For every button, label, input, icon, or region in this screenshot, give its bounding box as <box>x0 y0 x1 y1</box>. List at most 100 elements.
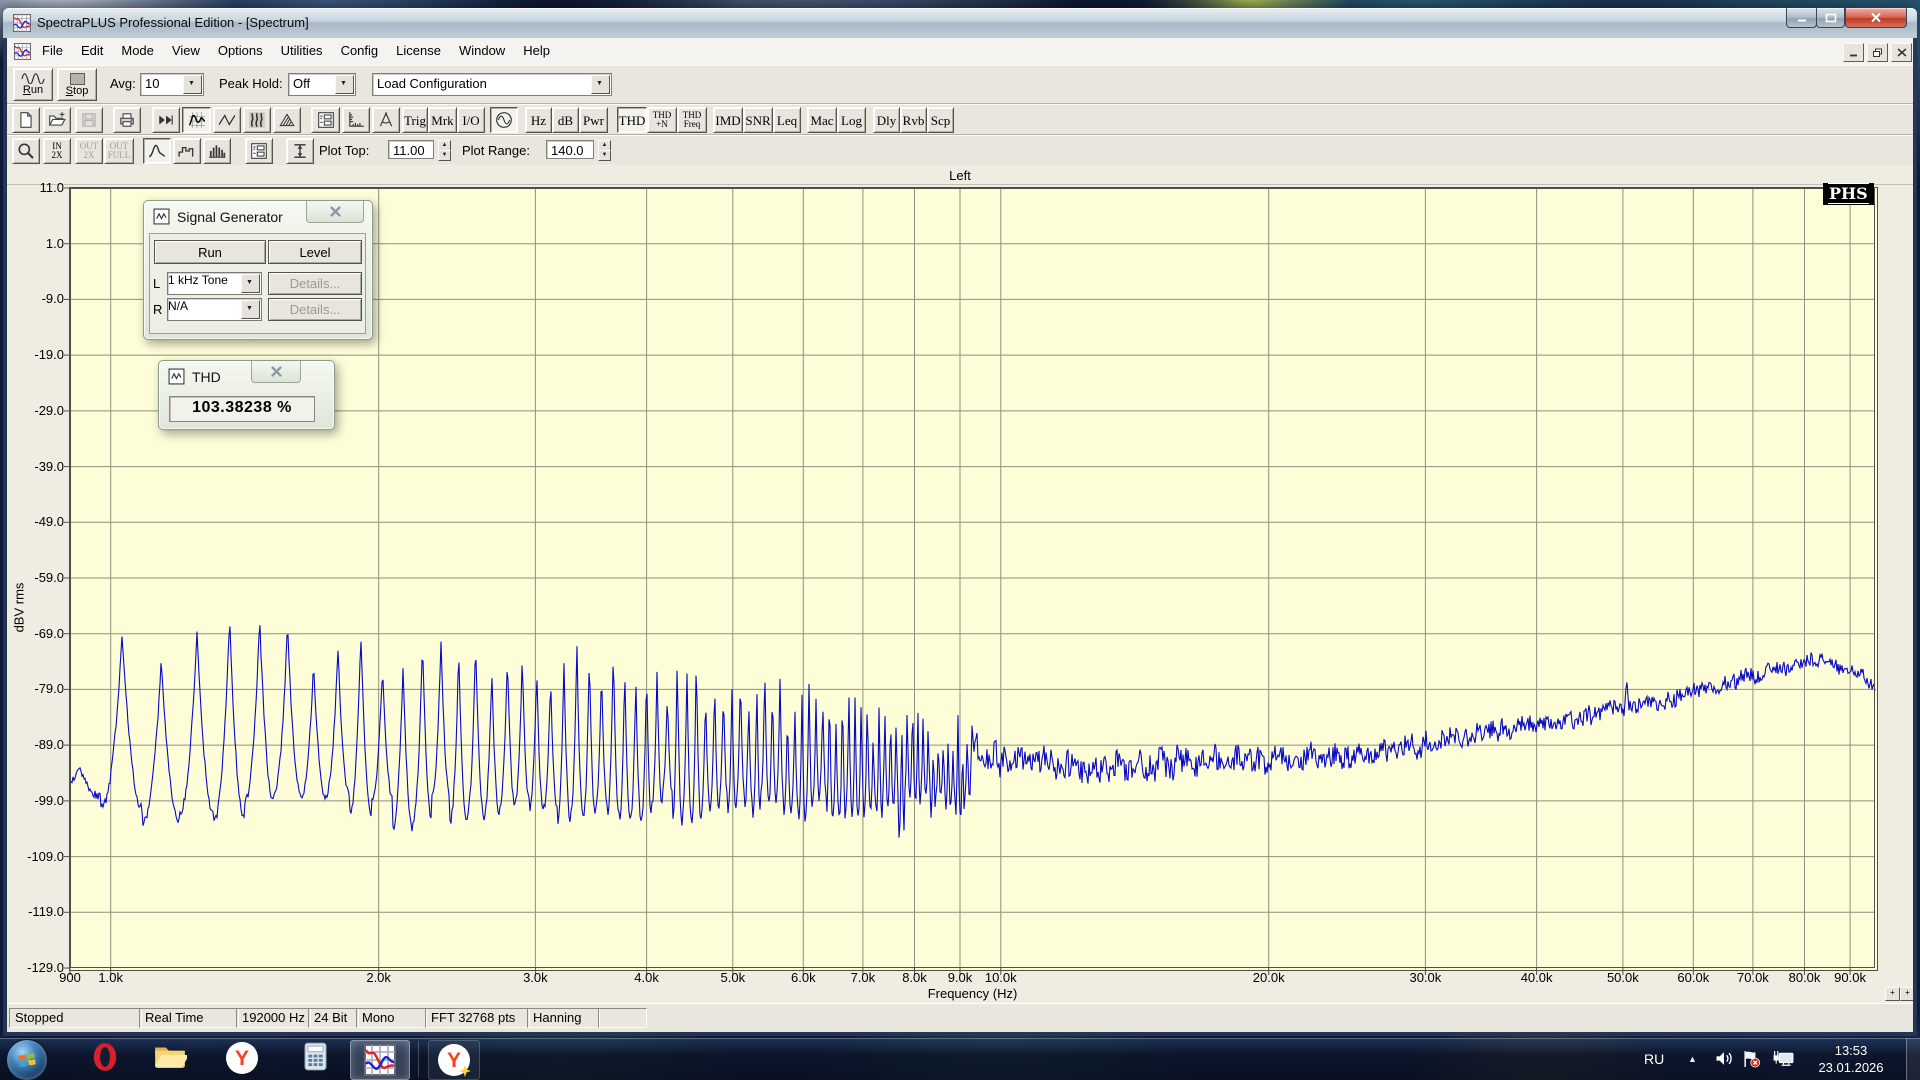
markers-button[interactable]: Mrk <box>428 107 457 133</box>
maximize-button[interactable] <box>1816 8 1845 28</box>
display-options-button[interactable] <box>245 138 273 164</box>
start-button[interactable] <box>6 1039 48 1080</box>
menu-options[interactable]: Options <box>209 38 272 65</box>
plot-top-field[interactable]: 11.00 <box>388 140 434 159</box>
auto-range-button[interactable] <box>286 138 314 164</box>
language-indicator[interactable]: RU <box>1644 1051 1664 1067</box>
calipers-button[interactable] <box>372 107 400 133</box>
leq-button[interactable]: Leq <box>773 107 801 133</box>
clock[interactable]: 13:53 23.01.2026 <box>1808 1042 1894 1076</box>
snr-button[interactable]: SNR <box>743 107 773 133</box>
thd-close-button[interactable] <box>251 361 301 383</box>
chevron-down-icon[interactable] <box>183 75 202 94</box>
menu-utilities[interactable]: Utilities <box>272 38 332 65</box>
time-series-view-button[interactable] <box>213 107 241 133</box>
generator-run-button[interactable]: Run <box>154 240 266 264</box>
save-file-button[interactable] <box>75 107 103 133</box>
logging-button[interactable]: Log <box>837 107 866 133</box>
taskbar-yandex-alice[interactable]: Y <box>428 1040 480 1080</box>
menu-license[interactable]: License <box>387 38 450 65</box>
avg-select[interactable]: 10 <box>140 73 204 96</box>
zoom-out-full-button[interactable]: OUTFULL <box>104 138 134 164</box>
zoom-out-2x-button[interactable]: OUT2X <box>75 138 103 164</box>
run-button[interactable]: Run <box>13 68 53 101</box>
input-output-button[interactable]: I/O <box>457 107 485 133</box>
menu-help[interactable]: Help <box>514 38 559 65</box>
plot-top-spinner[interactable]: ▲▼ <box>438 140 451 160</box>
power-spectrum-button[interactable]: Pwr <box>579 107 608 133</box>
stop-button[interactable]: Stop <box>57 68 97 101</box>
amplitude-units-button[interactable]: dB <box>552 107 579 133</box>
scaling-button[interactable] <box>342 107 370 133</box>
surface-view-button[interactable] <box>273 107 301 133</box>
signal-generator-button[interactable] <box>490 107 518 133</box>
menu-edit[interactable]: Edit <box>72 38 112 65</box>
stepcurve-icon <box>178 142 196 160</box>
taskbar-file-explorer[interactable] <box>150 1042 190 1070</box>
axis-adjust-button[interactable]: + <box>1885 987 1900 1001</box>
signal-generator-window[interactable]: Signal Generator Run Level L 1 kHz Tone … <box>143 200 373 340</box>
menu-view[interactable]: View <box>163 38 209 65</box>
thd-window[interactable]: THD 103.38238 % <box>158 360 335 430</box>
chevron-down-icon[interactable] <box>241 274 260 293</box>
menu-mode[interactable]: Mode <box>112 38 163 65</box>
menu-window[interactable]: Window <box>450 38 514 65</box>
signal-generator-close-button[interactable] <box>306 201 364 223</box>
left-signal-select[interactable]: 1 kHz Tone <box>167 272 262 295</box>
show-desktop-button[interactable] <box>1906 1038 1920 1080</box>
left-details-button[interactable]: Details... <box>268 272 362 295</box>
y-tick-label: 11.0 <box>16 180 64 195</box>
right-details-button[interactable]: Details... <box>268 298 362 321</box>
axis-adjust-button[interactable]: + <box>1900 987 1913 1001</box>
zoom-button[interactable] <box>12 138 40 164</box>
imd-button[interactable]: IMD <box>713 107 743 133</box>
tray-expand-icon[interactable]: ▲ <box>1688 1054 1697 1064</box>
spectrogram-view-button[interactable] <box>243 107 271 133</box>
macro-button[interactable]: Mac <box>807 107 837 133</box>
mdi-restore-button[interactable] <box>1867 43 1888 62</box>
speaker-icon[interactable] <box>1714 1050 1736 1068</box>
trigger-button[interactable]: Trig <box>402 107 428 133</box>
scope-button[interactable]: Scp <box>927 107 954 133</box>
new-file-button[interactable] <box>12 107 40 133</box>
delay-button[interactable]: Dly <box>873 107 900 133</box>
taskbar-opera[interactable] <box>88 1042 122 1072</box>
reverb-button[interactable]: Rvb <box>900 107 927 133</box>
mdi-document-icon <box>14 43 31 60</box>
thd-n-button[interactable]: THD+N <box>647 107 677 133</box>
bar-plot-button[interactable] <box>203 138 231 164</box>
spectrum-view-button[interactable] <box>182 107 211 133</box>
action-center-flag-icon[interactable] <box>1742 1050 1764 1068</box>
close-button[interactable] <box>1845 8 1907 28</box>
mdi-close-button[interactable] <box>1891 43 1912 62</box>
plot-range-label: Plot Range: <box>462 143 530 158</box>
title-bar[interactable]: SpectraPLUS Professional Edition - [Spec… <box>3 8 1917 38</box>
menu-config[interactable]: Config <box>332 38 388 65</box>
load-configuration-select[interactable]: Load Configuration <box>372 73 612 96</box>
control-panel-button[interactable] <box>311 107 340 133</box>
thd-freq-button[interactable]: THDFreq <box>677 107 707 133</box>
mdi-minimize-button[interactable] <box>1843 43 1864 62</box>
fill-plot-button[interactable] <box>173 138 201 164</box>
minimize-button[interactable] <box>1786 8 1817 28</box>
menu-file[interactable]: File <box>33 38 72 65</box>
thd-button[interactable]: THD <box>617 107 647 133</box>
plot-range-spinner[interactable]: ▲▼ <box>598 140 611 160</box>
right-signal-select[interactable]: N/A <box>167 298 262 321</box>
network-icon[interactable] <box>1772 1050 1794 1068</box>
plot-range-field[interactable]: 140.0 <box>546 140 594 159</box>
print-button[interactable] <box>113 107 141 133</box>
line-plot-button[interactable] <box>143 138 171 164</box>
zoom-in-2x-button[interactable]: IN2X <box>43 138 71 164</box>
frequency-units-button[interactable]: Hz <box>525 107 552 133</box>
chevron-down-icon[interactable] <box>591 75 610 94</box>
taskbar-calculator[interactable] <box>298 1042 332 1071</box>
post-process-button[interactable] <box>152 107 180 133</box>
x-tick-label: 6.0k <box>773 970 833 985</box>
peak-hold-select[interactable]: Off <box>288 73 356 96</box>
taskbar-yandex-browser[interactable]: Y <box>224 1042 260 1074</box>
open-file-button[interactable] <box>43 107 71 133</box>
taskbar-spectraplus[interactable] <box>350 1040 410 1080</box>
generator-level-button[interactable]: Level <box>268 240 362 264</box>
chevron-down-icon[interactable] <box>241 300 260 319</box>
